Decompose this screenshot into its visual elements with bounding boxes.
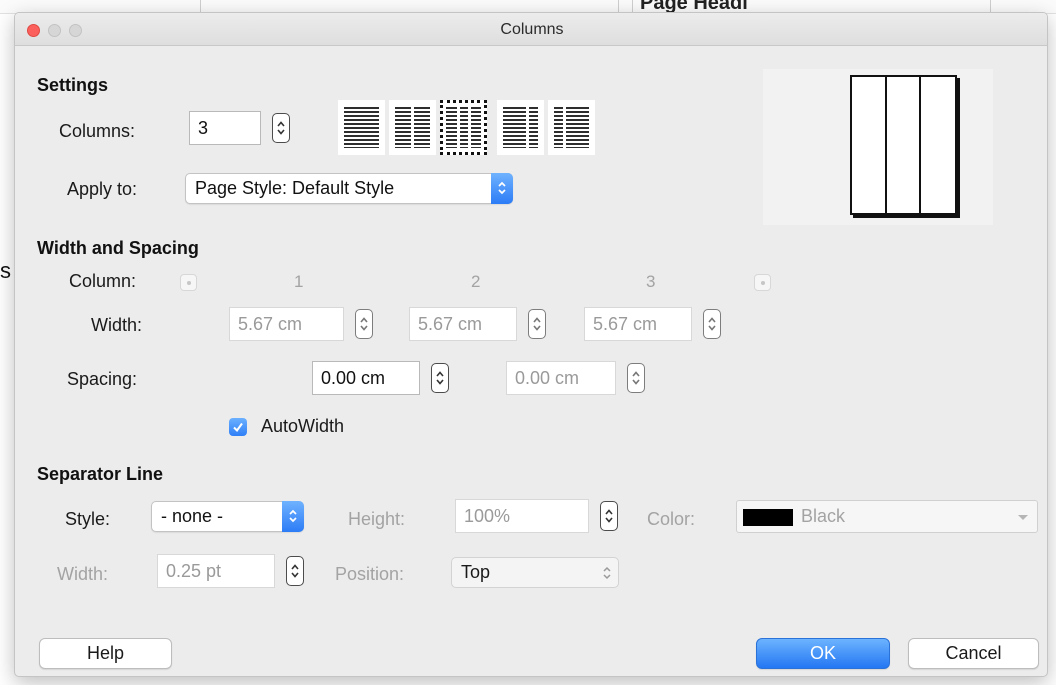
- apply-to-value: Page Style: Default Style: [195, 178, 395, 198]
- stepper-arrows-icon: [708, 317, 716, 331]
- left-arrow-icon: [187, 281, 191, 285]
- stepper-arrows-icon: [533, 317, 541, 331]
- stepper-arrows-icon: [605, 509, 613, 523]
- separator-style-label: Style:: [65, 509, 111, 529]
- column-preset-icon: [344, 107, 379, 148]
- stepper-arrows-icon: [291, 564, 299, 578]
- column-1-width-stepper[interactable]: [355, 309, 373, 339]
- columns-count-input[interactable]: 3: [189, 111, 261, 145]
- preview-column-divider: [885, 77, 887, 213]
- separator-style-value: - none -: [161, 506, 224, 526]
- preset-three-columns-selected[interactable]: [440, 100, 487, 155]
- separator-height-stepper[interactable]: [600, 501, 618, 531]
- spacing-1-input[interactable]: 0.00 cm: [312, 361, 420, 395]
- autowidth-checkbox[interactable]: [229, 418, 247, 436]
- separator-position-select[interactable]: Top: [451, 557, 619, 588]
- stepper-arrows-icon: [277, 121, 285, 135]
- spacing-label: Spacing:: [67, 369, 138, 389]
- cancel-button[interactable]: Cancel: [908, 638, 1039, 669]
- separator-height-input[interactable]: 100%: [455, 499, 589, 533]
- title-bar: Columns: [15, 13, 1047, 46]
- select-arrows-icon: [491, 173, 513, 204]
- column-1-width-input[interactable]: 5.67 cm: [229, 307, 344, 341]
- stepper-arrows-icon: [436, 371, 444, 385]
- column-preset-icon: [554, 107, 589, 148]
- preset-two-columns-left-wide[interactable]: [497, 100, 544, 155]
- columns-dialog: Columns Settings Columns: 3 Apply to: Pa…: [14, 12, 1048, 677]
- column-label: Column:: [69, 271, 137, 291]
- separator-position-label: Position:: [335, 564, 405, 584]
- autowidth-label[interactable]: AutoWidth: [261, 416, 344, 437]
- separator-section-title: Separator Line: [37, 464, 164, 484]
- separator-position-value: Top: [461, 562, 491, 582]
- width-label: Width:: [91, 315, 143, 335]
- select-arrows-icon: [282, 501, 304, 532]
- column-number-2: 2: [471, 272, 481, 291]
- separator-width-input[interactable]: 0.25 pt: [157, 554, 275, 588]
- dropdown-arrow-icon: [1018, 515, 1028, 520]
- background-text-fragment: s: [0, 258, 11, 283]
- spacing-2-stepper[interactable]: [627, 363, 645, 393]
- preset-gap: [563, 107, 566, 148]
- previous-column-button[interactable]: [180, 274, 197, 291]
- separator-style-select[interactable]: - none -: [151, 501, 304, 532]
- columns-count-stepper[interactable]: [272, 113, 290, 143]
- column-layout-preview: [763, 69, 993, 225]
- preset-gap: [526, 107, 529, 148]
- spacing-2-input[interactable]: 0.00 cm: [506, 361, 616, 395]
- column-3-width-input[interactable]: 5.67 cm: [584, 307, 692, 341]
- select-arrows-icon: [603, 566, 611, 580]
- columns-label: Columns:: [59, 121, 136, 141]
- preset-gap: [411, 107, 414, 148]
- separator-color-value: Black: [801, 506, 846, 526]
- column-preset-icon: [503, 107, 538, 148]
- column-3-width-stepper[interactable]: [703, 309, 721, 339]
- preset-two-columns-right-wide[interactable]: [548, 100, 595, 155]
- checkmark-icon: [233, 422, 243, 433]
- stepper-arrows-icon: [360, 317, 368, 331]
- separator-color-label: Color:: [647, 509, 696, 529]
- preset-one-column[interactable]: [338, 100, 385, 155]
- apply-to-label: Apply to:: [67, 179, 138, 199]
- preview-column-divider: [919, 77, 921, 213]
- separator-width-stepper[interactable]: [286, 556, 304, 586]
- apply-to-select[interactable]: Page Style: Default Style: [185, 173, 513, 204]
- next-column-button[interactable]: [754, 274, 771, 291]
- column-number-3: 3: [646, 272, 656, 291]
- column-number-1: 1: [294, 272, 304, 291]
- width-spacing-section-title: Width and Spacing: [37, 238, 199, 258]
- stepper-arrows-icon: [632, 371, 640, 385]
- preset-gap: [457, 107, 460, 148]
- preset-gap: [468, 107, 471, 148]
- spacing-1-stepper[interactable]: [431, 363, 449, 393]
- window-title: Columns: [500, 21, 564, 38]
- ok-button[interactable]: OK: [756, 638, 890, 669]
- right-arrow-icon: [761, 281, 765, 285]
- column-preset-icon: [446, 107, 481, 148]
- preview-page: [850, 75, 957, 215]
- color-swatch: [743, 509, 793, 526]
- help-button[interactable]: Help: [39, 638, 172, 669]
- separator-width-label: Width:: [57, 564, 109, 584]
- preset-two-columns[interactable]: [389, 100, 436, 155]
- separator-color-select[interactable]: Black: [736, 500, 1038, 533]
- separator-height-label: Height:: [348, 509, 406, 529]
- column-2-width-stepper[interactable]: [528, 309, 546, 339]
- settings-section-title: Settings: [37, 75, 109, 95]
- column-2-width-input[interactable]: 5.67 cm: [409, 307, 517, 341]
